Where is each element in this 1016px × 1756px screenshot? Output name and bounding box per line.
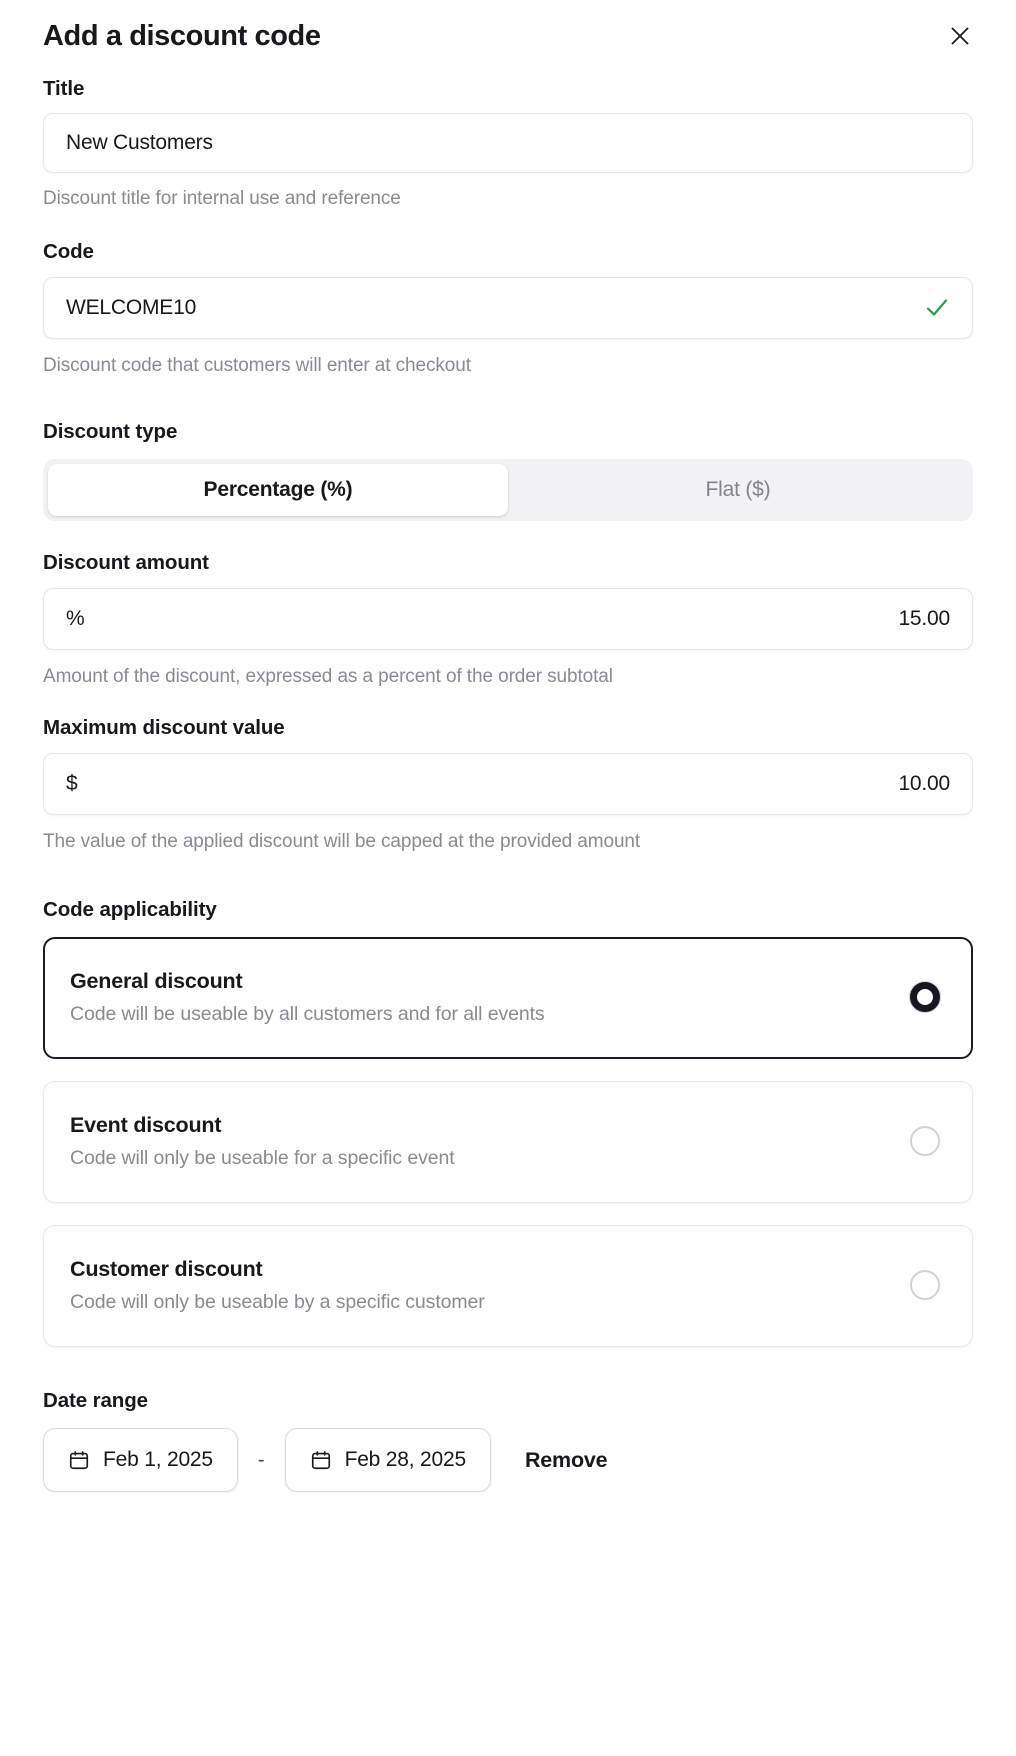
end-date-value: Feb 28, 2025	[345, 1448, 466, 1472]
calendar-icon	[68, 1449, 90, 1471]
dollar-symbol: $	[66, 772, 78, 796]
radio-card-description: Code will only be useable for a specific…	[70, 1147, 455, 1170]
maximum-discount-value-amount: 10.00	[898, 772, 950, 796]
date-range-row: Feb 1, 2025 - Feb 28, 2025 Remove	[43, 1428, 973, 1492]
radio-card-text: General discount Code will be useable by…	[70, 969, 545, 1026]
code-applicability-group: Code applicability General discount Code…	[43, 897, 973, 1347]
discount-amount-label: Discount amount	[43, 550, 973, 576]
maximum-discount-value-helper-text: The value of the applied discount will b…	[43, 829, 973, 854]
radio-card-event-discount[interactable]: Event discount Code will only be useable…	[43, 1081, 973, 1203]
code-applicability-label: Code applicability	[43, 897, 973, 923]
calendar-icon	[310, 1449, 332, 1471]
title-input-value: New Customers	[66, 131, 213, 155]
radio-button-general-discount[interactable]	[910, 982, 940, 1012]
discount-amount-helper-text: Amount of the discount, expressed as a p…	[43, 664, 973, 689]
tab-flat[interactable]: Flat ($)	[508, 464, 968, 516]
page-title: Add a discount code	[43, 17, 321, 55]
add-discount-code-dialog: Add a discount code Title New Customers …	[0, 0, 1016, 1756]
maximum-discount-value-group: Maximum discount value $ 10.00 The value…	[43, 715, 973, 854]
discount-amount-input[interactable]: % 15.00	[43, 588, 973, 650]
check-icon	[924, 295, 950, 321]
remove-date-range-button[interactable]: Remove	[525, 1448, 607, 1473]
title-helper-text: Discount title for internal use and refe…	[43, 186, 973, 211]
radio-button-customer-discount[interactable]	[910, 1270, 940, 1300]
date-range-label: Date range	[43, 1388, 973, 1414]
date-range-separator: -	[256, 1449, 267, 1472]
code-helper-text: Discount code that customers will enter …	[43, 353, 973, 378]
radio-card-description: Code will be useable by all customers an…	[70, 1003, 545, 1026]
radio-card-title: General discount	[70, 969, 545, 994]
radio-card-title: Event discount	[70, 1113, 455, 1138]
maximum-discount-value-input[interactable]: $ 10.00	[43, 753, 973, 815]
start-date-value: Feb 1, 2025	[103, 1448, 213, 1472]
code-input[interactable]: WELCOME10	[43, 277, 973, 339]
date-range-group: Date range Feb 1, 2025 -	[43, 1388, 973, 1492]
code-field-group: Code WELCOME10 Discount code that custom…	[43, 239, 973, 378]
discount-type-group: Discount type Percentage (%) Flat ($)	[43, 419, 973, 521]
radio-card-customer-discount[interactable]: Customer discount Code will only be usea…	[43, 1225, 973, 1347]
percent-symbol: %	[66, 607, 85, 631]
discount-amount-value: 15.00	[898, 607, 950, 631]
start-date-picker[interactable]: Feb 1, 2025	[43, 1428, 238, 1492]
title-input[interactable]: New Customers	[43, 113, 973, 173]
radio-card-text: Event discount Code will only be useable…	[70, 1113, 455, 1170]
discount-type-segmented-control: Percentage (%) Flat ($)	[43, 459, 973, 521]
radio-button-event-discount[interactable]	[910, 1126, 940, 1156]
close-icon[interactable]	[943, 19, 977, 53]
maximum-discount-value-label: Maximum discount value	[43, 715, 973, 741]
end-date-picker[interactable]: Feb 28, 2025	[285, 1428, 491, 1492]
radio-card-description: Code will only be useable by a specific …	[70, 1291, 485, 1314]
title-label: Title	[43, 76, 973, 102]
radio-card-title: Customer discount	[70, 1257, 485, 1282]
code-label: Code	[43, 239, 973, 265]
discount-amount-group: Discount amount % 15.00 Amount of the di…	[43, 550, 973, 689]
radio-card-text: Customer discount Code will only be usea…	[70, 1257, 485, 1314]
discount-type-label: Discount type	[43, 419, 973, 445]
tab-percentage[interactable]: Percentage (%)	[48, 464, 508, 516]
radio-card-general-discount[interactable]: General discount Code will be useable by…	[43, 937, 973, 1059]
title-field-group: Title New Customers Discount title for i…	[43, 76, 973, 211]
dialog-header: Add a discount code	[43, 0, 973, 62]
code-input-value: WELCOME10	[66, 296, 196, 320]
